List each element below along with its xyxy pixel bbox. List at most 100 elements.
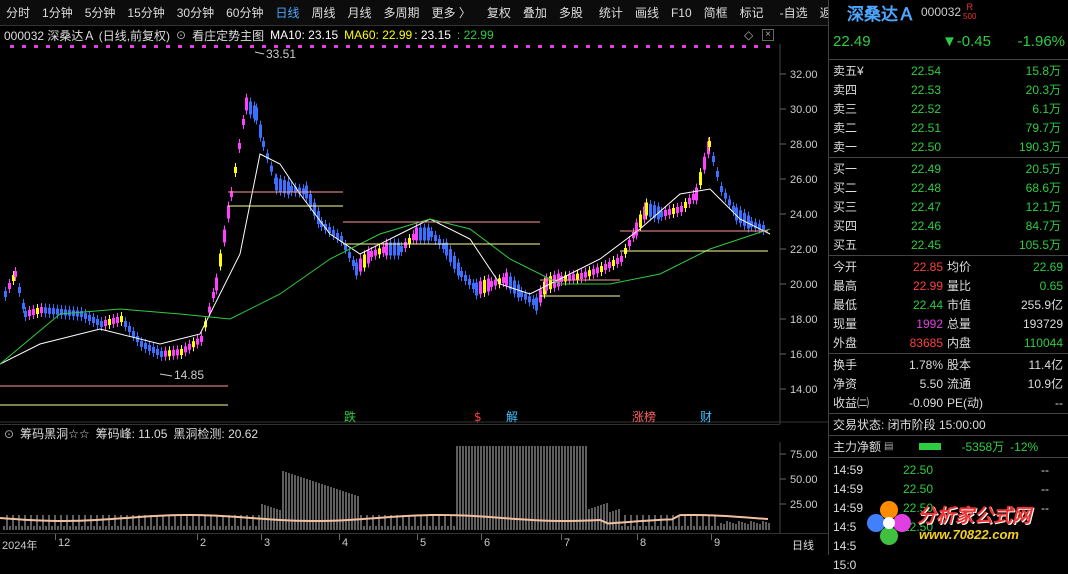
toolbar-item[interactable]: 1分钟 — [36, 0, 79, 26]
candle-body — [672, 208, 675, 214]
toolbar-item[interactable]: 分时 — [0, 0, 36, 26]
buy-row: 买一 22.49 20.5万 — [829, 159, 1068, 178]
candle-body — [739, 210, 742, 224]
stat-row: 最高 22.99 量比 0.65 — [829, 276, 1068, 295]
signal-dot — [718, 45, 722, 48]
candle-body — [309, 194, 312, 208]
stat-label: PE(动) — [947, 396, 984, 410]
candle-body — [48, 307, 51, 314]
toolbar-item[interactable]: 月线 — [342, 0, 378, 26]
date-tick — [417, 534, 418, 540]
price-tick-label: 16.00 — [790, 349, 818, 361]
stat-label: 收益㈡ — [833, 396, 870, 410]
toolbar-item[interactable]: 复权 — [481, 0, 517, 26]
candle-body — [36, 308, 39, 314]
trade-status: 交易状态: 闭市阶段 15:00:00 — [833, 418, 986, 432]
period-label[interactable]: 日线 — [792, 537, 814, 553]
signal-dot — [178, 45, 182, 48]
template-toggle-icon[interactable]: ⊙ — [176, 28, 186, 42]
toolbar-item[interactable]: 日线 — [269, 0, 305, 26]
candle-body — [255, 107, 258, 121]
toolbar-item[interactable]: 简框 — [698, 0, 734, 26]
toolbar-item[interactable]: 多周期 — [378, 0, 426, 26]
stat-label: 量比 — [947, 279, 972, 293]
price-tick-label: 26.00 — [790, 174, 818, 186]
buy-volume: 20.5万 — [1025, 162, 1061, 176]
sell-price: 22.54 — [911, 63, 942, 78]
candlestick-chart[interactable]: 32.00 30.00 28.00 26.00 24.00 22.00 20.00 18.00… — [0, 44, 828, 424]
sell-price: 22.51 — [911, 120, 942, 135]
price-change: ▼-0.45 — [941, 33, 991, 50]
template-name[interactable]: 看庄定势主图 — [192, 27, 264, 44]
stat-label: 外盘 — [833, 336, 858, 350]
candle-body — [576, 273, 579, 280]
signal-dot — [502, 45, 506, 48]
indicator-name[interactable]: 筹码黑洞☆☆ — [20, 425, 90, 442]
signal-dot — [658, 45, 662, 48]
close-icon[interactable]: × — [762, 29, 774, 41]
signal-dot — [454, 45, 458, 48]
candle-body — [24, 311, 27, 317]
candle-body — [180, 349, 183, 355]
candle-body — [639, 214, 642, 228]
candle-body — [40, 307, 43, 313]
diamond-icon[interactable]: ◇ — [744, 28, 753, 42]
indicator-chart[interactable]: 75.00 50.00 25.00 — [0, 442, 828, 533]
toolbar-item[interactable]: 5分钟 — [79, 0, 122, 26]
table-icon[interactable]: ▤ — [884, 441, 893, 452]
stat-value: 255.9亿 — [1020, 298, 1063, 312]
toolbar-item[interactable]: 统计 — [593, 0, 629, 26]
candle-body — [302, 188, 305, 195]
toolbar-item[interactable]: F10 — [665, 0, 698, 26]
toolbar-item[interactable]: 周线 — [305, 0, 341, 26]
toolbar-item[interactable]: 叠加 — [517, 0, 553, 26]
sell-label: 卖四 — [833, 83, 858, 97]
stat-value: 0.65 — [1039, 278, 1063, 293]
toolbar-item[interactable]: -自选 — [774, 0, 814, 26]
candle-body — [275, 177, 278, 191]
watermark: 分析家公式网 www.70822.com — [859, 493, 1068, 553]
toolbar-item[interactable]: 30分钟 — [171, 0, 220, 26]
sell-volume: 15.8万 — [1025, 64, 1061, 78]
indicator-toggle-icon[interactable]: ⊙ — [4, 427, 14, 441]
main-flow-row[interactable]: 主力净额 ▤ -5358万 -12% — [829, 436, 1068, 458]
stat-row: 外盘 83685 内盘 110044 — [829, 333, 1068, 352]
indicator-bar: ⊙ 筹码黑洞☆☆ 筹码峰: 11.05 黑洞检测: 20.62 — [0, 424, 780, 442]
buy-volume: 105.5万 — [1018, 238, 1061, 252]
candle-body — [720, 186, 723, 192]
stat-value: 10.9亿 — [1027, 377, 1063, 391]
candle-body — [96, 319, 99, 325]
price-tick-label: 18.00 — [790, 314, 818, 326]
toolbar-item[interactable]: 更多 〉 — [426, 0, 477, 26]
toolbar-item[interactable]: 60分钟 — [220, 0, 269, 26]
stat-value: -0.090 — [908, 395, 943, 410]
toolbar-item[interactable]: 标记 — [734, 0, 770, 26]
event-marker: 涨榜 — [632, 409, 656, 424]
candle-body — [249, 101, 252, 115]
candle-body — [184, 346, 187, 353]
signal-dot — [202, 45, 206, 48]
stat-label: 内盘 — [947, 336, 972, 350]
candle-body — [596, 267, 599, 274]
signal-dot — [10, 45, 14, 48]
buy-label: 买三 — [833, 200, 858, 214]
candle-body — [580, 273, 583, 279]
trade-status-row: 交易状态: 闭市阶段 15:00:00 — [829, 414, 1068, 436]
candle-body — [100, 321, 103, 327]
signal-dot — [106, 45, 110, 48]
buy-price: 22.46 — [911, 218, 942, 233]
candle-body — [708, 141, 711, 147]
buy-label: 买二 — [833, 181, 858, 195]
sell-label: 卖二 — [833, 121, 858, 135]
candle-body — [532, 299, 535, 305]
candle-body — [743, 212, 746, 226]
candle-body — [584, 271, 587, 278]
toolbar-item[interactable]: 多股 — [553, 0, 589, 26]
candle-body — [483, 279, 486, 293]
sell-row: 卖二 22.51 79.7万 — [829, 118, 1068, 137]
signal-dot — [298, 45, 302, 48]
toolbar-item[interactable]: 画线 — [629, 0, 665, 26]
low-price-label: 14.85 — [174, 368, 204, 382]
candle-body — [227, 205, 230, 219]
toolbar-item[interactable]: 15分钟 — [121, 0, 170, 26]
